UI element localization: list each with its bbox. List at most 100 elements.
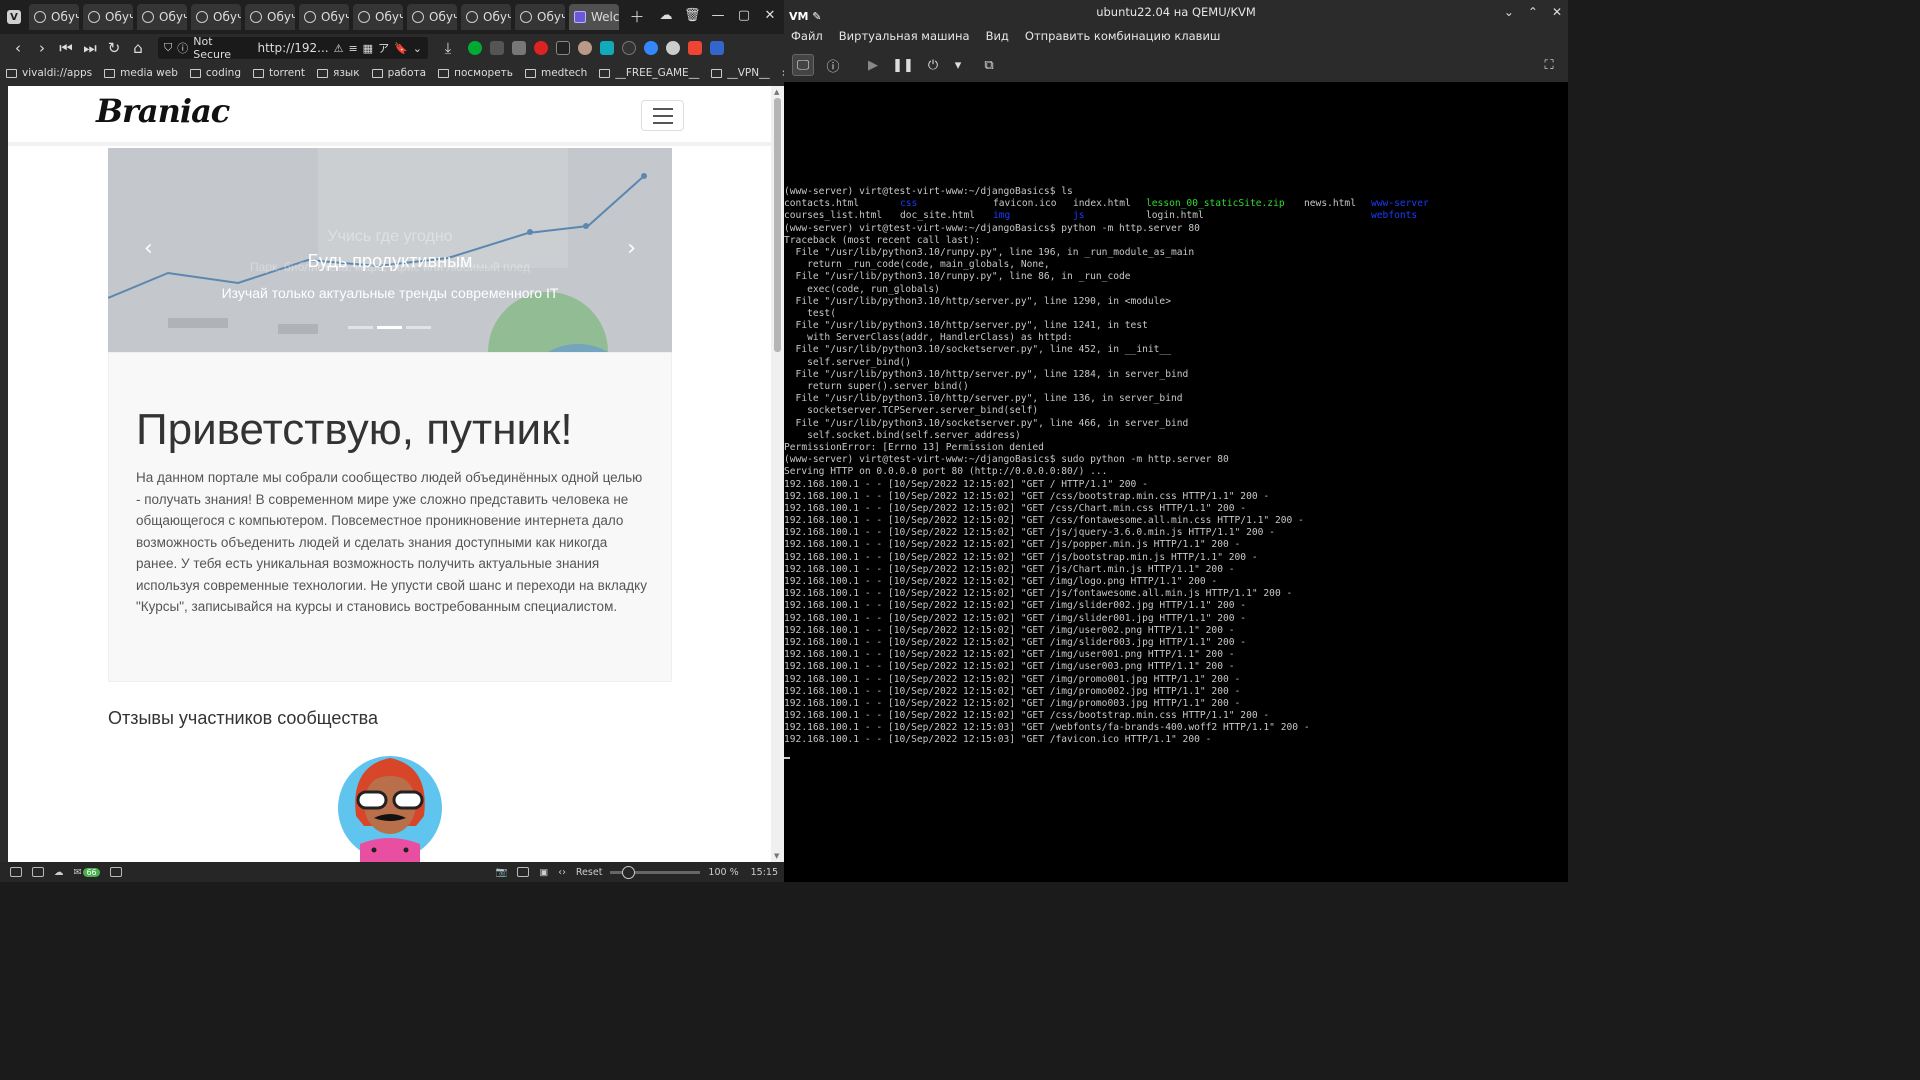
extension-sync-icon[interactable] bbox=[490, 41, 504, 55]
snapshots-icon[interactable]: ⧉ bbox=[978, 54, 1000, 76]
extension-web-icon[interactable] bbox=[666, 41, 680, 55]
bookmark-item[interactable]: medtech bbox=[524, 67, 587, 79]
panel-toggle-icon[interactable] bbox=[10, 867, 22, 877]
vm-menu-item[interactable]: Вид bbox=[986, 29, 1009, 43]
translate-icon[interactable]: ア bbox=[378, 40, 389, 56]
terminal-output[interactable]: (www-server) virt@test-virt-www:~/django… bbox=[784, 186, 1568, 786]
ls-directory: webfonts bbox=[1371, 210, 1418, 222]
tiling-icon[interactable] bbox=[517, 867, 530, 877]
maximize-button[interactable]: ▢ bbox=[736, 8, 752, 23]
window-panel-icon[interactable] bbox=[32, 867, 44, 877]
run-icon[interactable]: ▶ bbox=[862, 54, 884, 76]
carousel-next-icon[interactable]: › bbox=[627, 236, 636, 261]
ls-file: contacts.html bbox=[784, 198, 860, 210]
capture-icon[interactable]: 📷 bbox=[495, 867, 507, 878]
extension-square-icon[interactable] bbox=[600, 41, 614, 55]
details-icon[interactable]: ⓘ bbox=[822, 54, 844, 76]
mail-icon[interactable]: ✉ bbox=[74, 867, 82, 878]
back-icon[interactable]: ‹ bbox=[6, 39, 30, 57]
tab-3[interactable]: Обуч bbox=[137, 4, 187, 30]
slide-subtitle: Изучай только актуальные тренды современ… bbox=[221, 285, 559, 301]
fullscreen-icon[interactable]: ⛶ bbox=[1538, 54, 1560, 76]
tab-8[interactable]: Обуч bbox=[407, 4, 457, 30]
vm-menu-item[interactable]: Файл bbox=[791, 29, 823, 43]
bookmark-item[interactable]: посмореть bbox=[438, 67, 513, 79]
tab-9[interactable]: Обуч bbox=[461, 4, 511, 30]
carousel-indicator[interactable] bbox=[406, 326, 431, 329]
calendar-icon[interactable] bbox=[109, 867, 122, 877]
bookmark-item[interactable]: работа bbox=[371, 67, 426, 79]
carousel-indicator[interactable] bbox=[377, 326, 402, 329]
bookmark-item[interactable]: __FREE_GAME__ bbox=[599, 67, 699, 79]
tab-2[interactable]: Обуч bbox=[83, 4, 133, 30]
chevron-up-icon[interactable]: ⌃ bbox=[1528, 0, 1538, 24]
tab-10[interactable]: Обуч bbox=[515, 4, 565, 30]
cloud-icon[interactable]: ☁ bbox=[658, 8, 674, 23]
clock: 15:15 bbox=[750, 866, 778, 878]
extension-play-icon[interactable] bbox=[644, 41, 658, 55]
bookmark-item[interactable]: coding bbox=[189, 67, 241, 79]
code-icon[interactable]: ‹› bbox=[558, 867, 566, 878]
minimize-button[interactable]: — bbox=[710, 8, 726, 23]
tab-active[interactable]: Welc bbox=[569, 4, 619, 30]
url-field[interactable]: ⛉ ⓘ Not Secure http://192... ⚠ ≡ ▦ ア 🔖 ⌄ bbox=[158, 35, 428, 61]
zoom-reset-button[interactable]: Reset bbox=[576, 867, 603, 878]
vivaldi-menu-icon[interactable]: V bbox=[7, 10, 21, 24]
close-button[interactable]: ✕ bbox=[762, 8, 778, 23]
chevron-down-icon[interactable]: ⌄ bbox=[1504, 0, 1514, 24]
chevron-down-icon[interactable]: ⌄ bbox=[413, 42, 422, 55]
vm-menu-item[interactable]: Отправить комбинацию клавиш bbox=[1025, 29, 1221, 43]
site-logo[interactable]: Braniac bbox=[96, 92, 230, 130]
vm-menu-item[interactable]: Виртуальная машина bbox=[839, 29, 970, 43]
bookmark-icon[interactable]: 🔖 bbox=[394, 42, 408, 55]
bookmark-item[interactable]: __VPN__ bbox=[711, 67, 770, 79]
google-translate-icon[interactable] bbox=[710, 41, 724, 55]
power-icon[interactable]: ⏻ bbox=[922, 54, 944, 76]
tab-1[interactable]: Обуч bbox=[29, 4, 79, 30]
bookmark-item[interactable]: media web bbox=[104, 67, 178, 79]
download-icon[interactable]: ⤓ bbox=[436, 39, 460, 57]
qr-icon[interactable]: ▦ bbox=[363, 42, 373, 55]
extension-diamond-icon[interactable] bbox=[556, 41, 570, 55]
bookmark-item[interactable]: vivaldi://apps bbox=[6, 67, 92, 79]
zoom-slider-knob[interactable] bbox=[622, 865, 636, 879]
rewind-icon[interactable]: ⏮ bbox=[54, 39, 78, 57]
vm-close-button[interactable]: ✕ bbox=[1552, 0, 1562, 24]
tab-5[interactable]: Обуч bbox=[245, 4, 295, 30]
home-icon[interactable]: ⌂ bbox=[126, 39, 150, 57]
bookmark-item[interactable]: torrent bbox=[253, 67, 305, 79]
extension-tile-icon[interactable] bbox=[512, 41, 526, 55]
tab-7[interactable]: Обуч bbox=[353, 4, 403, 30]
power-menu-chevron-icon[interactable]: ▾ bbox=[952, 54, 964, 76]
tab-6[interactable]: Обуч bbox=[299, 4, 349, 30]
zoom-slider[interactable] bbox=[610, 865, 701, 879]
images-icon[interactable]: ▣ bbox=[539, 867, 548, 878]
scroll-up-icon[interactable]: ▲ bbox=[774, 88, 779, 96]
page-scrollbar[interactable]: ▲ ▼ bbox=[771, 86, 784, 862]
extension-circle-icon[interactable] bbox=[622, 41, 636, 55]
reader-icon[interactable]: ≡ bbox=[348, 42, 357, 55]
console-view-icon[interactable]: 🖵 bbox=[792, 54, 814, 76]
pause-icon[interactable]: ❚❚ bbox=[892, 54, 914, 76]
cloud-sync-icon[interactable]: ☁ bbox=[54, 867, 64, 878]
extension-red-icon[interactable] bbox=[688, 41, 702, 55]
fast-forward-icon[interactable]: ⏭ bbox=[78, 39, 102, 57]
terminal-line: 192.168.100.1 - - [10/Sep/2022 12:15:03]… bbox=[784, 734, 1212, 746]
extension-face-icon[interactable] bbox=[578, 41, 592, 55]
trash-icon[interactable]: 🗑 bbox=[684, 8, 701, 23]
reload-icon[interactable]: ↻ bbox=[102, 39, 126, 57]
vm-title: ubuntu22.04 на QEMU/KVM bbox=[1096, 5, 1256, 19]
tab-4[interactable]: Обуч bbox=[191, 4, 241, 30]
scroll-thumb[interactable] bbox=[774, 98, 781, 352]
forward-icon[interactable]: › bbox=[30, 39, 54, 57]
bookmark-item[interactable]: язык bbox=[317, 67, 360, 79]
zoom-level: 100 % bbox=[708, 866, 739, 878]
carousel-prev-icon[interactable]: ‹ bbox=[144, 236, 153, 261]
carousel-indicator[interactable] bbox=[348, 326, 373, 329]
scroll-down-icon[interactable]: ▼ bbox=[774, 852, 779, 860]
extension-globe-icon[interactable] bbox=[468, 41, 482, 55]
adblock-icon[interactable] bbox=[534, 41, 548, 55]
new-tab-button[interactable]: ＋ bbox=[629, 9, 645, 25]
navbar-toggler-button[interactable] bbox=[641, 100, 684, 131]
bookmark-label: язык bbox=[333, 67, 360, 79]
